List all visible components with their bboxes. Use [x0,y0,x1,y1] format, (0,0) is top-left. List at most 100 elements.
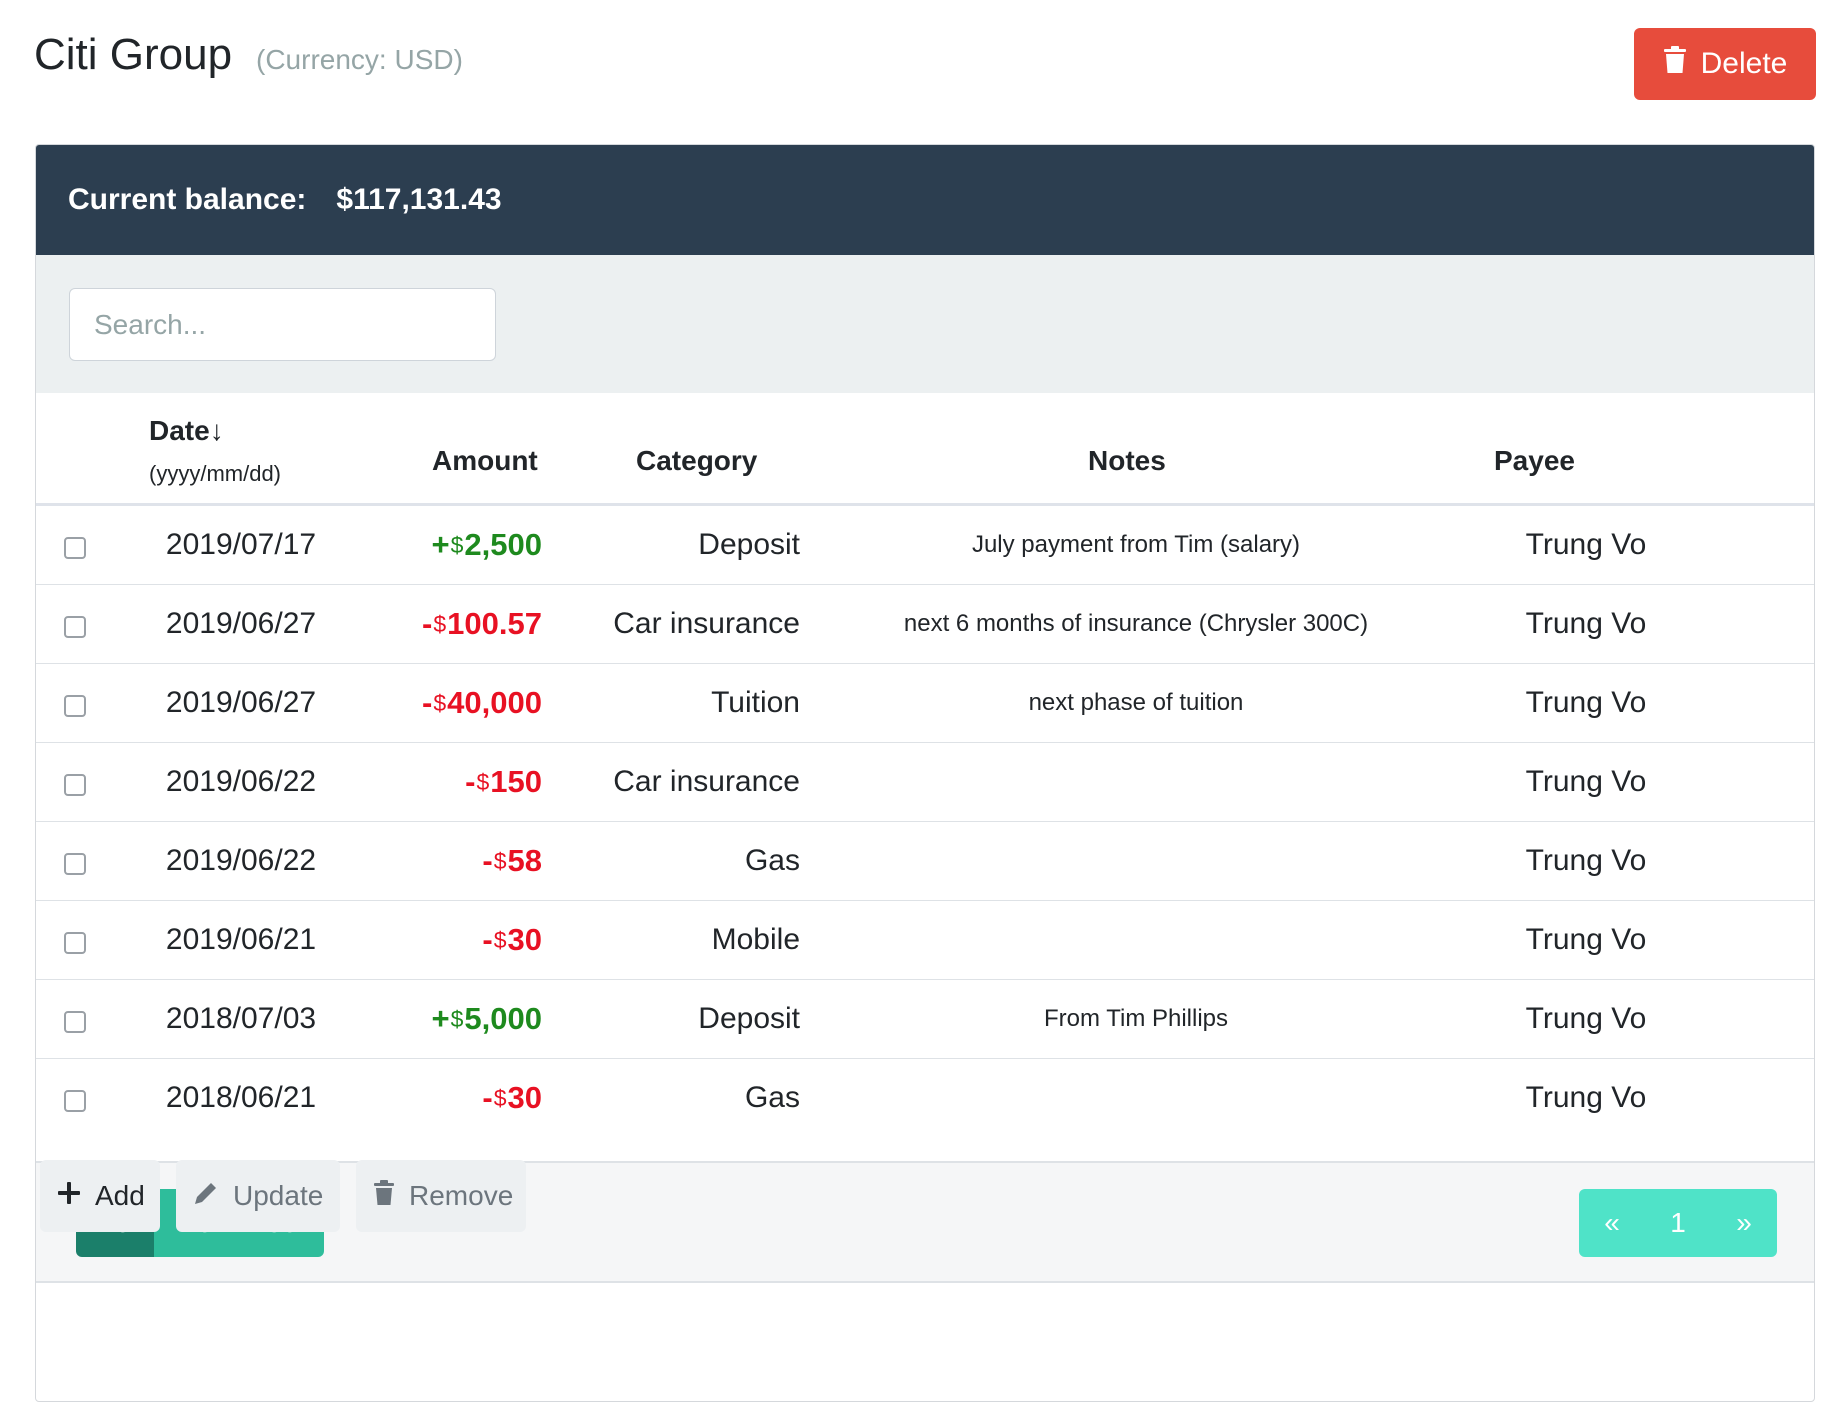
cell-notes [856,822,1416,900]
cell-category: Gas [744,844,800,877]
amount-sign: - [422,685,433,720]
page-navigation: « 1 » [1579,1189,1777,1257]
cell-notes: From Tim Phillips [1043,1005,1229,1032]
row-checkbox[interactable] [64,616,86,638]
delete-account-button[interactable]: Delete [1634,28,1816,100]
search-input[interactable] [69,288,496,361]
amount-value: 5,000 [464,1001,542,1036]
column-header-payee[interactable]: Payee [1494,445,1575,477]
account-title: Citi Group [34,30,233,79]
cell-payee: Trung Vo [1525,686,1647,719]
add-label: Add [95,1180,145,1211]
cell-category: Mobile [711,923,800,956]
amount-currency: $ [493,1084,507,1111]
row-checkbox[interactable] [64,1090,86,1112]
cell-amount: + $2,500 [366,506,542,584]
delete-account-label: Delete [1700,47,1788,80]
cell-payee: Trung Vo [1525,607,1647,640]
cell-category: Deposit [698,528,800,561]
column-header-notes[interactable]: Notes [1088,445,1166,477]
balance-bar: Current balance: $117,131.43 [36,145,1814,255]
plus-icon [57,1180,81,1212]
amount-currency: $ [433,689,447,716]
cell-amount: + $5,000 [366,980,542,1058]
cell-notes [856,1059,1416,1137]
cell-notes: next phase of tuition [1028,689,1244,716]
remove-button[interactable]: Remove [356,1160,526,1232]
amount-currency: $ [476,768,490,795]
amount-sign: - [482,922,493,957]
column-header-category[interactable]: Category [636,445,757,477]
cell-date: 2019/06/21 [165,923,317,956]
amount-currency: $ [450,531,464,558]
row-checkbox[interactable] [64,932,86,954]
cell-payee: Trung Vo [1525,1081,1647,1114]
page-header: Citi Group (Currency: USD) Delete [34,28,1822,108]
row-checkbox[interactable] [64,1011,86,1033]
currency-label: (Currency: USD) [256,44,463,75]
trash-icon [373,1179,395,1213]
cell-notes [856,743,1416,821]
balance-value: $117,131.43 [336,183,502,216]
cell-amount: - $30 [366,1059,542,1137]
cell-payee: Trung Vo [1525,844,1647,877]
amount-currency: $ [493,847,507,874]
table-header: Date↓ (yyyy/mm/dd) Amount Category Notes… [36,393,1814,506]
cell-notes: next 6 months of insurance (Chrysler 300… [903,610,1369,637]
cell-amount: - $150 [366,743,542,821]
cell-notes [856,901,1416,979]
cell-category: Car insurance [613,765,800,798]
pencil-icon [193,1180,219,1213]
table-row[interactable]: 2019/06/27 - $40,000 Tuition next phase o… [36,664,1814,743]
cell-payee: Trung Vo [1525,1002,1647,1035]
table-row[interactable]: 2019/07/17 + $2,500 Deposit July payment … [36,506,1814,585]
amount-currency: $ [493,926,507,953]
action-buttons: Add Update Remove [40,1160,526,1232]
cell-payee: Trung Vo [1525,528,1647,561]
previous-page-button[interactable]: « [1604,1207,1620,1239]
table-row[interactable]: 2018/06/21 - $30 Gas Trung Vo [36,1059,1814,1137]
table-row[interactable]: 2018/07/03 + $5,000 Deposit From Tim Phil… [36,980,1814,1059]
row-checkbox[interactable] [64,853,86,875]
page-1-button[interactable]: 1 [1670,1207,1686,1239]
balance-label: Current balance: [68,183,307,216]
table-body: 2019/07/17 + $2,500 Deposit July payment … [36,506,1814,1137]
search-area [36,255,1814,394]
cell-amount: - $58 [366,822,542,900]
cell-notes: July payment from Tim (salary) [971,531,1301,558]
amount-value: 30 [507,922,542,957]
table-row[interactable]: 2019/06/27 - $100.57 Car insurance next 6… [36,585,1814,664]
amount-currency: $ [450,1005,464,1032]
table-row[interactable]: 2019/06/22 - $150 Car insurance Trung Vo [36,743,1814,822]
cell-payee: Trung Vo [1525,765,1647,798]
column-header-amount[interactable]: Amount [432,445,538,477]
cell-category: Tuition [711,686,800,719]
next-page-button[interactable]: » [1736,1207,1752,1239]
amount-value: 40,000 [447,685,542,720]
remove-label: Remove [409,1180,514,1211]
column-header-date-label: Date [149,415,210,446]
row-checkbox[interactable] [64,774,86,796]
row-checkbox[interactable] [64,695,86,717]
date-format-hint: (yyyy/mm/dd) [149,461,281,486]
amount-sign: - [422,606,433,641]
cell-category: Deposit [698,1002,800,1035]
row-checkbox[interactable] [64,537,86,559]
amount-value: 30 [507,1080,542,1115]
sort-arrow-down-icon: ↓ [209,415,224,446]
amount-value: 2,500 [464,527,542,562]
cell-amount: - $100.57 [366,585,542,663]
update-button[interactable]: Update [176,1160,340,1232]
column-header-date[interactable]: Date↓ [149,415,224,447]
cell-payee: Trung Vo [1525,923,1647,956]
amount-value: 150 [490,764,542,799]
amount-value: 100.57 [447,606,542,641]
cell-date: 2018/07/03 [165,1002,317,1035]
table-row[interactable]: 2019/06/21 - $30 Mobile Trung Vo [36,901,1814,980]
table-row[interactable]: 2019/06/22 - $58 Gas Trung Vo [36,822,1814,901]
amount-currency: $ [433,610,447,637]
account-page: Citi Group (Currency: USD) Delete Curren… [0,0,1842,1422]
amount-sign: - [482,1080,493,1115]
amount-sign: + [431,527,450,562]
add-button[interactable]: Add [40,1160,160,1232]
